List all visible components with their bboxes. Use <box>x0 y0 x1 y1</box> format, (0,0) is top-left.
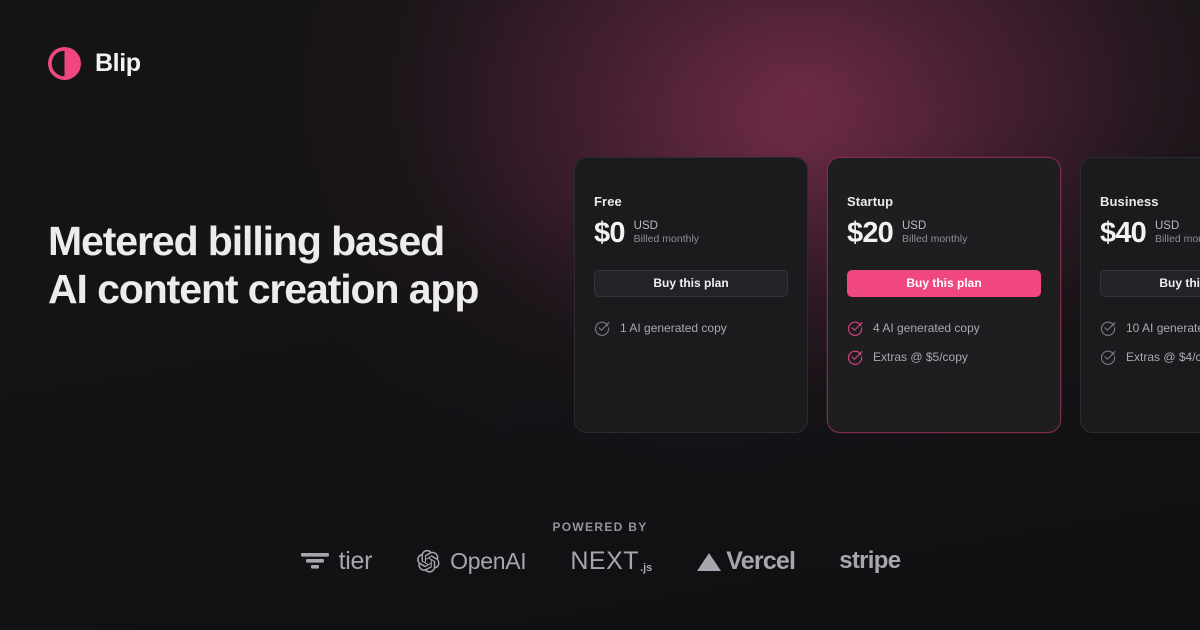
logo-next: NEXT .js <box>570 546 653 575</box>
buy-plan-button[interactable]: Buy this plan <box>847 270 1041 298</box>
buy-plan-button[interactable]: Buy this plan <box>1100 270 1200 298</box>
plan-price: $40 <box>1100 217 1147 250</box>
feature-label: 4 AI generated copy <box>873 321 980 336</box>
check-circle-icon <box>1100 321 1116 336</box>
check-circle-icon <box>594 321 610 336</box>
headline-line-1: Metered billing based <box>48 218 445 264</box>
logo-label: NEXT <box>570 546 640 575</box>
logo-label: OpenAI <box>450 547 527 574</box>
feature-label: 1 AI generated copy <box>620 321 727 336</box>
price-meta: USD Billed monthly <box>902 219 967 248</box>
plan-currency: USD <box>902 220 927 232</box>
tier-funnel-icon <box>300 553 329 569</box>
logo-label: Vercel <box>726 546 796 575</box>
pricing-cards: Free $0 USD Billed monthly Buy this plan… <box>574 157 1200 433</box>
plan-name: Free <box>594 194 622 209</box>
feature-label: Extras @ $5/copy <box>873 350 968 365</box>
logo-tier: tier <box>300 546 373 575</box>
logo-stripe: stripe <box>839 547 901 574</box>
logo-label: stripe <box>839 547 901 574</box>
logo-suffix: .js <box>640 561 653 574</box>
footer: POWERED BY tier OpenAI NEXT .js Vercel s… <box>0 520 1200 574</box>
half-circle-icon <box>48 47 81 80</box>
feature-list: 10 AI generated copy Extras @ $4/copy <box>1100 320 1200 365</box>
brand-logo[interactable]: Blip <box>48 47 141 80</box>
pricing-card-startup[interactable]: Startup $20 USD Billed monthly Buy this … <box>827 157 1061 433</box>
price-row: $20 USD Billed monthly <box>847 219 1041 248</box>
plan-price: $20 <box>847 217 894 250</box>
feature-item: 10 AI generated copy <box>1100 320 1200 336</box>
feature-list: 1 AI generated copy <box>594 320 788 336</box>
check-circle-icon <box>847 321 863 336</box>
plan-period: Billed monthly <box>1155 233 1200 246</box>
pricing-card-business[interactable]: Business $40 USD Billed monthly Buy this… <box>1080 157 1200 433</box>
buy-plan-button[interactable]: Buy this plan <box>594 270 788 298</box>
logo-openai: OpenAI <box>416 547 527 574</box>
plan-name: Startup <box>847 194 894 209</box>
feature-label: 10 AI generated copy <box>1126 321 1200 336</box>
feature-label: Extras @ $4/copy <box>1126 350 1200 365</box>
feature-item: Extras @ $5/copy <box>847 349 1041 365</box>
page-title: Metered billing based AI content creatio… <box>48 218 608 314</box>
check-circle-icon <box>847 350 863 365</box>
feature-item: 1 AI generated copy <box>594 320 788 336</box>
brand-name: Blip <box>95 49 141 77</box>
vercel-triangle-icon <box>697 552 722 571</box>
check-circle-icon <box>1100 350 1116 365</box>
openai-knot-icon <box>417 549 440 573</box>
price-row: $0 USD Billed monthly <box>594 219 788 248</box>
price-row: $40 USD Billed monthly <box>1100 219 1200 248</box>
pricing-card-free[interactable]: Free $0 USD Billed monthly Buy this plan… <box>574 157 808 433</box>
price-meta: USD Billed monthly <box>1155 219 1200 248</box>
plan-name: Business <box>1100 194 1159 209</box>
feature-list: 4 AI generated copy Extras @ $5/copy <box>847 320 1041 365</box>
plan-period: Billed monthly <box>633 233 700 246</box>
plan-price: $0 <box>594 217 625 250</box>
logo-label: tier <box>338 546 373 575</box>
feature-item: Extras @ $4/copy <box>1100 349 1200 365</box>
plan-period: Billed monthly <box>902 233 968 246</box>
price-meta: USD Billed monthly <box>634 219 699 248</box>
page-root: Blip Metered billing based AI content cr… <box>0 0 1200 630</box>
headline-line-2: AI content creation app <box>48 265 479 312</box>
powered-by-label: POWERED BY <box>552 520 648 534</box>
partner-logos: tier OpenAI NEXT .js Vercel stripe <box>300 548 901 574</box>
plan-currency: USD <box>633 220 658 232</box>
logo-vercel: Vercel <box>696 546 796 575</box>
plan-currency: USD <box>1155 220 1180 232</box>
feature-item: 4 AI generated copy <box>847 320 1041 336</box>
